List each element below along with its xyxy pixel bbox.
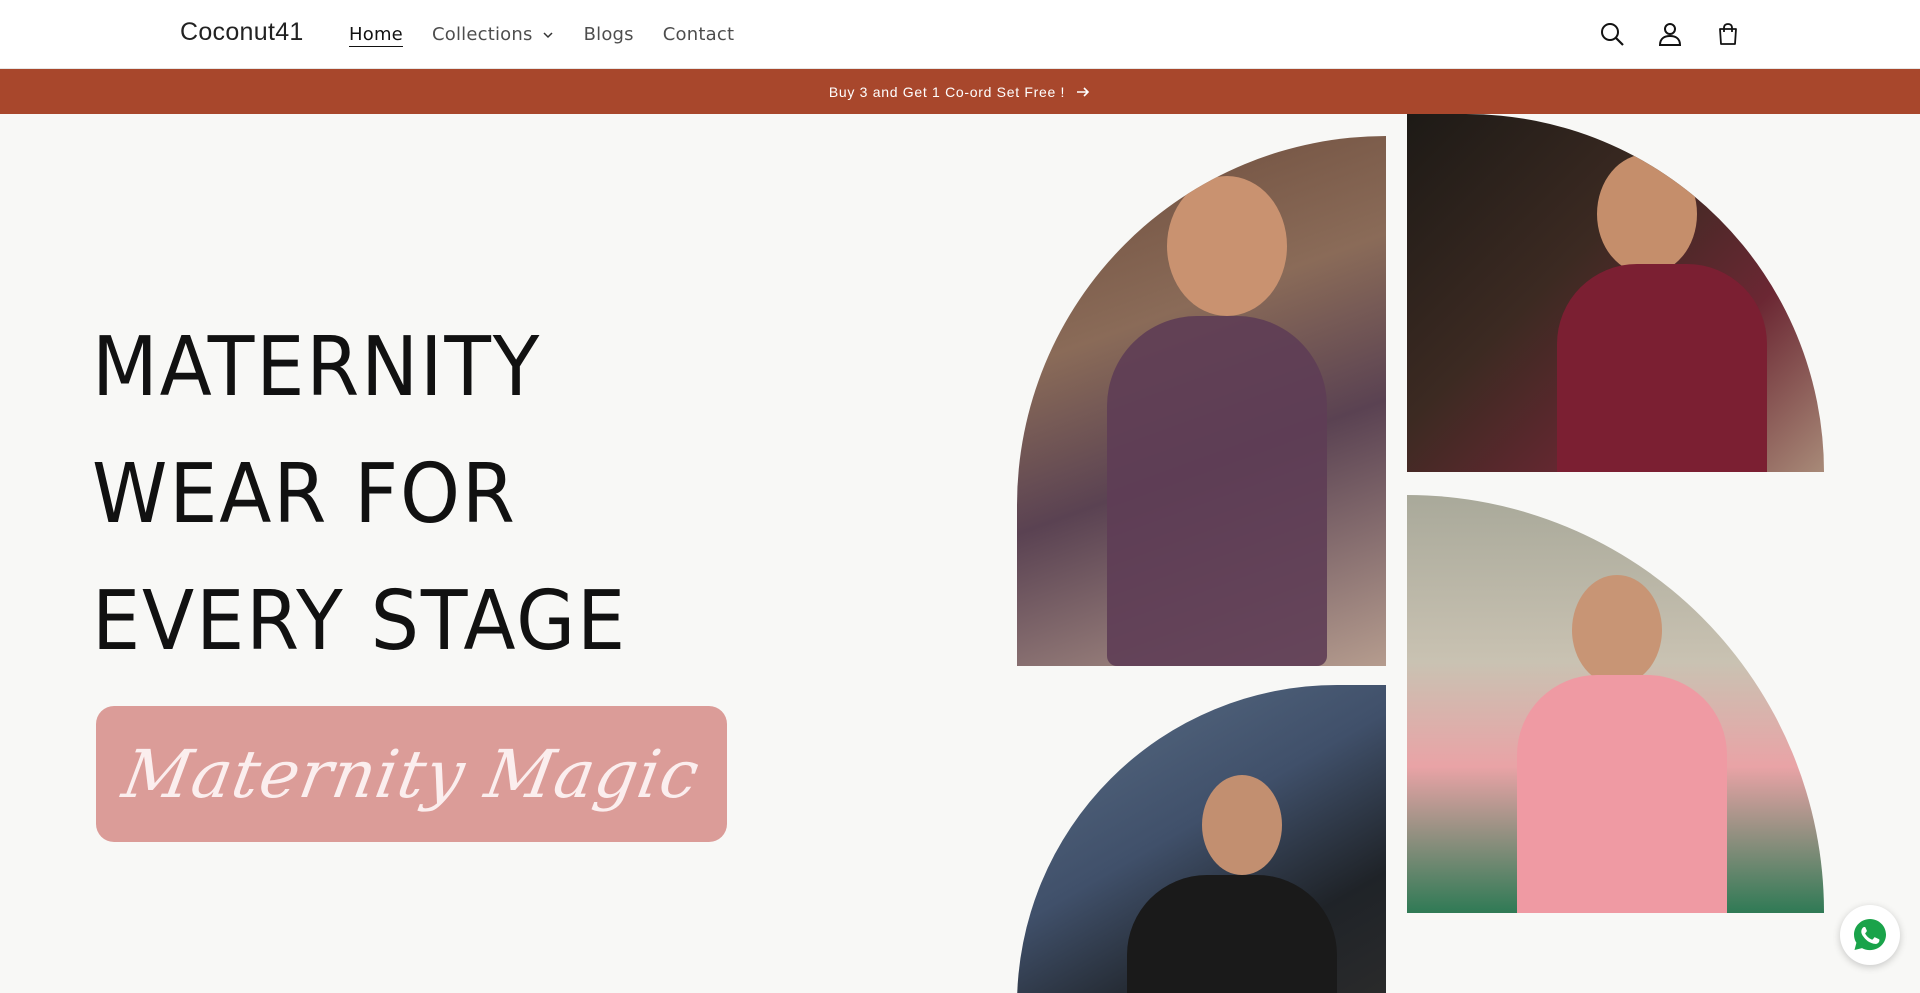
- nav-item-contact[interactable]: Contact: [663, 24, 734, 45]
- cart-icon[interactable]: [1708, 14, 1748, 54]
- nav-item-blogs[interactable]: Blogs: [584, 24, 634, 45]
- announcement-bar[interactable]: Buy 3 and Get 1 Co-ord Set Free !: [0, 69, 1920, 114]
- model-face: [1572, 575, 1662, 685]
- search-icon[interactable]: [1592, 14, 1632, 54]
- tagline-badge: Maternity Magic: [96, 706, 727, 842]
- chevron-down-icon: [543, 31, 553, 38]
- model-dress: [1557, 264, 1767, 472]
- announcement-text: Buy 3 and Get 1 Co-ord Set Free !: [828, 83, 1066, 100]
- hero-title-line-2: WEAR FOR: [92, 447, 517, 542]
- nav-item-collections-label: Collections: [431, 24, 533, 45]
- model-dress: [1127, 875, 1337, 993]
- hero-title-line-1: MATERNITY: [92, 320, 542, 415]
- model-dress: [1517, 675, 1727, 913]
- model-face: [1167, 176, 1287, 316]
- hero-title-line-3: EVERY STAGE: [92, 574, 628, 669]
- hero-image-pink-dress: [1407, 495, 1824, 913]
- arrow-right-icon: [1077, 86, 1090, 97]
- model-dress: [1107, 316, 1327, 666]
- hero-image-black-dress: [1017, 685, 1386, 993]
- whatsapp-button[interactable]: [1840, 905, 1900, 965]
- site-header: Coconut41 Home Collections Blogs Contact: [0, 0, 1920, 69]
- nav-item-collections[interactable]: Collections: [432, 24, 555, 45]
- main-nav: Home Collections Blogs Contact: [349, 0, 763, 69]
- whatsapp-icon: [1854, 919, 1886, 951]
- hero-title: MATERNITY WEAR FOR EVERY STAGE: [92, 304, 627, 685]
- header-icons: [1592, 14, 1748, 54]
- nav-item-home[interactable]: Home: [349, 24, 403, 45]
- account-icon[interactable]: [1650, 14, 1690, 54]
- brand-logo[interactable]: Coconut41: [180, 18, 304, 47]
- tagline-text: Maternity Magic: [117, 735, 706, 813]
- hero-banner[interactable]: MATERNITY WEAR FOR EVERY STAGE Maternity…: [0, 114, 1920, 993]
- hero-image-maroon-dress: [1407, 114, 1824, 472]
- hero-image-purple-dress: [1017, 136, 1386, 666]
- model-face: [1202, 775, 1282, 875]
- model-face: [1597, 154, 1697, 274]
